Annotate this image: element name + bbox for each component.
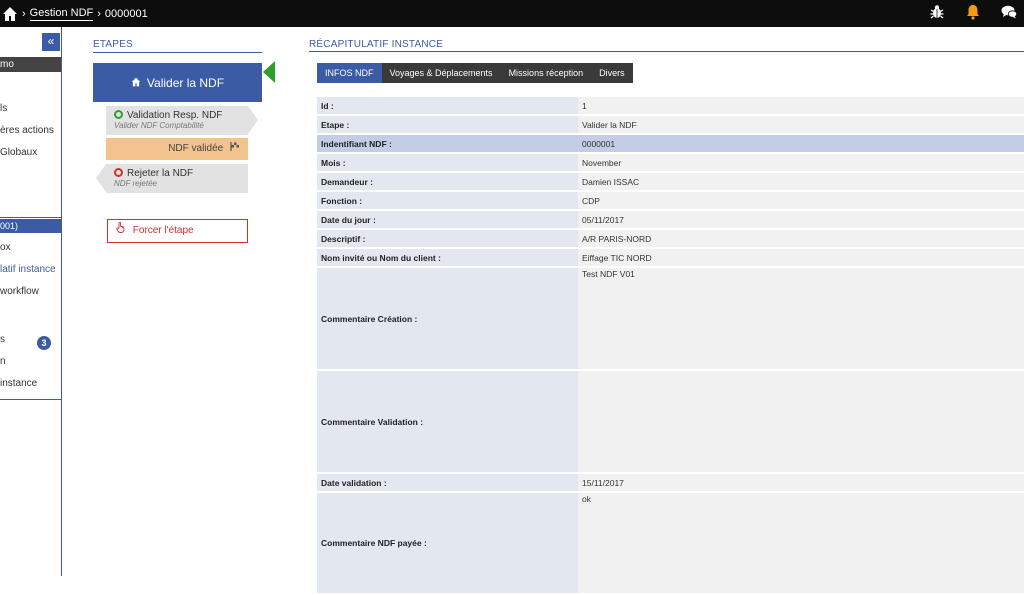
row-label: Etape : xyxy=(317,116,578,133)
row-label: Mois : xyxy=(317,154,578,171)
breadcrumb-current: 0000001 xyxy=(104,7,148,20)
row-label: Date du jour : xyxy=(317,211,578,228)
home-icon[interactable] xyxy=(2,6,18,22)
sidebar-item[interactable]: ls xyxy=(0,98,61,120)
row-value xyxy=(578,371,1024,472)
step-arrow xyxy=(96,164,106,192)
table-row-highlighted: Indentifiant NDF :0000001 xyxy=(317,135,1024,152)
chevron-right-icon: › xyxy=(22,7,26,20)
force-step-label: Forcer l'étape xyxy=(132,225,194,236)
approve-icon xyxy=(114,110,123,119)
force-step-button[interactable]: Forcer l'étape xyxy=(107,219,248,243)
current-step-label: Valider la NDF xyxy=(146,75,225,90)
sidebar-item[interactable]: s xyxy=(0,329,61,351)
row-label: Commentaire NDF payée : xyxy=(317,493,578,593)
sidebar-divider xyxy=(0,217,61,218)
table-row: Demandeur : Damien ISSAC xyxy=(317,173,1024,190)
tab-voyages[interactable]: Voyages & Déplacements xyxy=(381,63,501,83)
row-value: 1 xyxy=(578,97,1024,114)
table-row: Commentaire Création : Test NDF V01 xyxy=(317,268,1024,369)
current-step: Valider la NDF xyxy=(93,63,262,102)
sidebar-item[interactable] xyxy=(0,303,61,329)
sidebar-item-workflow[interactable]: workflow xyxy=(0,281,61,303)
step-arrow xyxy=(248,106,258,134)
table-row: Etape : Valider la NDF xyxy=(317,116,1024,133)
step-reject[interactable]: Rejeter la NDF NDF rejetée xyxy=(106,164,248,193)
table-row: Fonction : CDP xyxy=(317,192,1024,209)
etapes-underline xyxy=(93,52,262,53)
sidebar-item-recap[interactable]: latif instance xyxy=(0,259,61,281)
row-value: ok xyxy=(578,493,1024,593)
sidebar-item[interactable]: ères actions xyxy=(0,120,61,142)
row-label: Demandeur : xyxy=(317,173,578,190)
recap-table: Id :1 Etape : Valider la NDF Indentifiant… xyxy=(317,95,1024,595)
tab-missions[interactable]: Missions réception xyxy=(500,63,592,83)
row-label: Id : xyxy=(317,97,578,114)
table-row: Date du jour :05/11/2017 xyxy=(317,211,1024,228)
chat-icon[interactable] xyxy=(1000,3,1018,21)
tab-infos-ndf[interactable]: INFOS NDF xyxy=(317,63,382,83)
sidebar-item[interactable]: n xyxy=(0,351,61,373)
sidebar-group-header[interactable]: 001) xyxy=(0,219,61,233)
row-label: Commentaire Création : xyxy=(317,268,578,369)
recap-tabs: INFOS NDF Voyages & Déplacements Mission… xyxy=(317,63,633,83)
step-ndf-validee[interactable]: NDF validée xyxy=(106,138,248,160)
collapse-sidebar-button[interactable]: « xyxy=(42,33,60,51)
bell-icon[interactable] xyxy=(964,3,982,21)
row-value: Eiffage TIC NORD xyxy=(578,249,1024,266)
sidebar-item[interactable]: Globaux xyxy=(0,142,61,164)
row-value: Test NDF V01 xyxy=(578,268,1024,369)
row-value: Damien ISSAC xyxy=(578,173,1024,190)
row-label: Fonction : xyxy=(317,192,578,209)
row-value: November xyxy=(578,154,1024,171)
recap-title: RÉCAPITULATIF INSTANCE xyxy=(309,39,444,50)
table-row: Id :1 xyxy=(317,97,1024,114)
sidebar: « mo ls ères actions Globaux 001) ox lat… xyxy=(0,27,62,576)
etapes-title: ETAPES xyxy=(93,39,133,50)
step-label: Validation Resp. NDF xyxy=(127,110,223,121)
bug-icon[interactable] xyxy=(928,3,946,21)
sidebar-item[interactable]: ox xyxy=(0,237,61,259)
top-bar: › Gestion NDF › 0000001 xyxy=(0,0,1024,27)
recap-underline xyxy=(309,51,1024,52)
row-value: 15/11/2017 xyxy=(578,474,1024,491)
row-label: Descriptif : xyxy=(317,230,578,247)
step-label: NDF validée xyxy=(168,143,224,154)
hand-pointer-icon xyxy=(116,221,129,236)
count-badge: 3 xyxy=(37,336,51,350)
home-icon xyxy=(131,76,141,90)
step-label: Rejeter la NDF xyxy=(127,168,194,179)
sidebar-divider xyxy=(0,399,61,400)
step-sublabel: Valider NDF Comptabilité xyxy=(114,121,204,130)
row-value: 0000001 xyxy=(578,135,1024,152)
flag-icon xyxy=(230,142,240,154)
breadcrumb-section-link[interactable]: Gestion NDF xyxy=(29,7,94,21)
table-row: Commentaire NDF payée : ok xyxy=(317,493,1024,593)
current-step-indicator xyxy=(263,61,275,83)
row-label: Nom invité ou Nom du client : xyxy=(317,249,578,266)
row-label: Commentaire Validation : xyxy=(317,371,578,472)
tab-divers[interactable]: Divers xyxy=(591,63,633,83)
sidebar-item[interactable] xyxy=(0,72,61,98)
step-validation-resp[interactable]: Validation Resp. NDF Valider NDF Comptab… xyxy=(106,106,248,135)
row-value: Valider la NDF xyxy=(578,116,1024,133)
step-sublabel: NDF rejetée xyxy=(114,179,157,188)
row-value: CDP xyxy=(578,192,1024,209)
table-row: Mois : November xyxy=(317,154,1024,171)
row-label: Indentifiant NDF : xyxy=(317,135,578,152)
table-row: Nom invité ou Nom du client : Eiffage TIC… xyxy=(317,249,1024,266)
reject-icon xyxy=(114,168,123,177)
chevron-right-icon: › xyxy=(97,7,101,20)
table-row: Descriptif : A/R PARIS-NORD xyxy=(317,230,1024,247)
row-value: 05/11/2017 xyxy=(578,211,1024,228)
table-row: Date validation :15/11/2017 xyxy=(317,474,1024,491)
sidebar-item-active[interactable]: mo xyxy=(0,57,61,72)
row-label: Date validation : xyxy=(317,474,578,491)
sidebar-item[interactable]: instance xyxy=(0,373,61,395)
table-row: Commentaire Validation : xyxy=(317,371,1024,472)
row-value: A/R PARIS-NORD xyxy=(578,230,1024,247)
